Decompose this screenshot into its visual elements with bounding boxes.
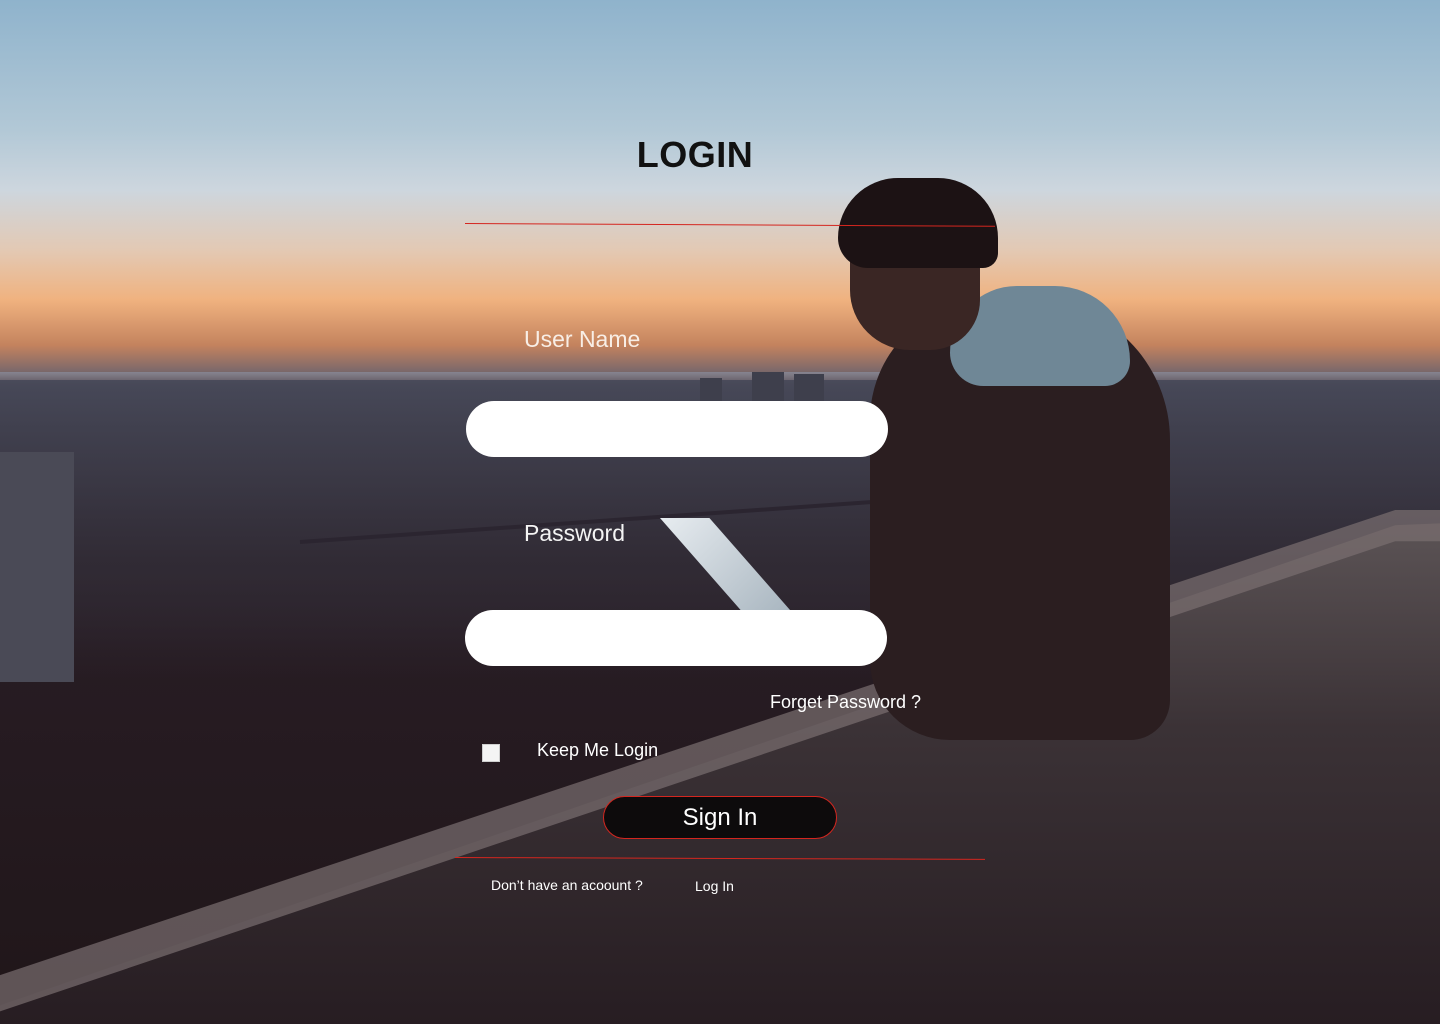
password-input[interactable] [465, 610, 887, 666]
keep-login-label: Keep Me Login [537, 740, 659, 760]
log-in-link[interactable]: Log In [695, 878, 734, 894]
keep-login-checkbox[interactable] [482, 744, 500, 762]
background-photo: LOGIN User Name Password Forget Password… [0, 0, 1440, 1024]
username-label: User Name [524, 326, 641, 352]
sign-in-button[interactable]: Sign In [603, 796, 837, 839]
building [0, 452, 74, 682]
forgot-password-link[interactable]: Forget Password ? [770, 692, 921, 713]
page-title: LOGIN [636, 134, 754, 175]
username-input[interactable] [466, 401, 888, 457]
password-label: Password [524, 520, 625, 546]
person-hair [838, 178, 998, 268]
no-account-text: Don’t have an acoount ? [491, 877, 643, 893]
